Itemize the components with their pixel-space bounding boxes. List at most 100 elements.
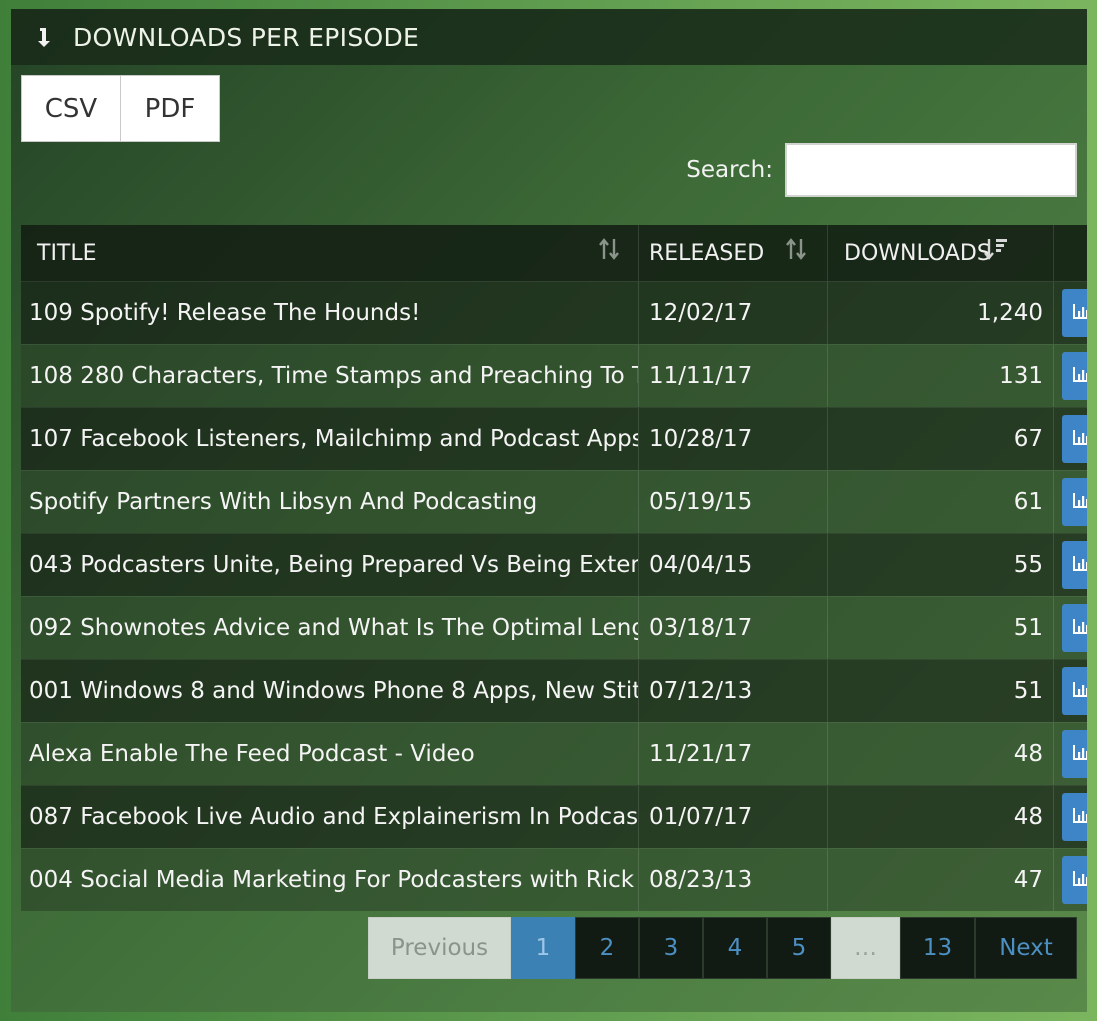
episodes-table: TITLE RELEASED DOWNLOADS 109 Spotify! Re… bbox=[21, 225, 1087, 911]
bar-chart-icon bbox=[1072, 615, 1087, 641]
bar-chart-icon bbox=[1072, 741, 1087, 767]
episode-actions bbox=[1053, 786, 1087, 848]
episode-released: 08/23/13 bbox=[638, 849, 827, 911]
search-label: Search: bbox=[686, 157, 773, 183]
episode-title: 092 Shownotes Advice and What Is The Opt… bbox=[29, 615, 638, 641]
episode-stats-button[interactable] bbox=[1062, 415, 1087, 463]
table-body: 109 Spotify! Release The Hounds! 12/02/1… bbox=[21, 281, 1087, 911]
downloads-panel: DOWNLOADS PER EPISODE CSV PDF Search: TI… bbox=[11, 9, 1087, 1012]
episode-actions bbox=[1053, 534, 1087, 596]
table-row: 109 Spotify! Release The Hounds! 12/02/1… bbox=[21, 281, 1087, 344]
episode-downloads: 51 bbox=[827, 597, 1053, 659]
episode-downloads: 61 bbox=[827, 471, 1053, 533]
table-row: 001 Windows 8 and Windows Phone 8 Apps, … bbox=[21, 659, 1087, 722]
export-buttons: CSV PDF bbox=[21, 75, 220, 142]
episode-stats-button[interactable] bbox=[1062, 289, 1087, 337]
bar-chart-icon bbox=[1072, 867, 1087, 893]
episode-stats-button[interactable] bbox=[1062, 478, 1087, 526]
table-row: 087 Facebook Live Audio and Explainerism… bbox=[21, 785, 1087, 848]
episode-title: 043 Podcasters Unite, Being Prepared Vs … bbox=[29, 552, 638, 578]
episode-downloads: 67 bbox=[827, 408, 1053, 470]
episode-released: 04/04/15 bbox=[638, 534, 827, 596]
table-row: 043 Podcasters Unite, Being Prepared Vs … bbox=[21, 533, 1087, 596]
episode-actions bbox=[1053, 282, 1087, 344]
download-arrow-icon bbox=[37, 25, 59, 49]
panel-header: DOWNLOADS PER EPISODE bbox=[11, 9, 1087, 65]
episode-title: 004 Social Media Marketing For Podcaster… bbox=[29, 867, 638, 893]
episode-actions bbox=[1053, 408, 1087, 470]
pagination-page-13[interactable]: 13 bbox=[900, 917, 975, 979]
episode-released: 10/28/17 bbox=[638, 408, 827, 470]
episode-actions bbox=[1053, 660, 1087, 722]
episode-stats-button[interactable] bbox=[1062, 541, 1087, 589]
column-header-released-label: RELEASED bbox=[649, 240, 765, 266]
episode-title: 109 Spotify! Release The Hounds! bbox=[29, 300, 421, 326]
episode-title: 108 280 Characters, Time Stamps and Prea… bbox=[29, 363, 638, 389]
csv-export-button[interactable]: CSV bbox=[22, 76, 120, 141]
search-input[interactable] bbox=[785, 143, 1077, 197]
bar-chart-icon bbox=[1072, 804, 1087, 830]
episode-title: 001 Windows 8 and Windows Phone 8 Apps, … bbox=[29, 678, 638, 704]
column-header-title-label: TITLE bbox=[37, 240, 97, 266]
pagination: Previous 1 2 3 4 5 … 13 Next bbox=[368, 917, 1077, 979]
bar-chart-icon bbox=[1072, 489, 1087, 515]
episode-released: 01/07/17 bbox=[638, 786, 827, 848]
table-row: Alexa Enable The Feed Podcast - Video 11… bbox=[21, 722, 1087, 785]
column-header-downloads-label: DOWNLOADS bbox=[844, 240, 991, 266]
pagination-ellipsis: … bbox=[831, 917, 900, 979]
episode-released: 11/11/17 bbox=[638, 345, 827, 407]
search-area: Search: bbox=[686, 143, 1077, 197]
episode-released: 11/21/17 bbox=[638, 723, 827, 785]
pagination-page-2[interactable]: 2 bbox=[575, 917, 639, 979]
episode-released: 05/19/15 bbox=[638, 471, 827, 533]
episode-title: Alexa Enable The Feed Podcast - Video bbox=[29, 741, 475, 767]
pagination-previous[interactable]: Previous bbox=[368, 917, 511, 979]
bar-chart-icon bbox=[1072, 552, 1087, 578]
episode-title: 087 Facebook Live Audio and Explainerism… bbox=[29, 804, 638, 830]
episode-released: 12/02/17 bbox=[638, 282, 827, 344]
pagination-page-4[interactable]: 4 bbox=[703, 917, 767, 979]
pagination-page-5[interactable]: 5 bbox=[767, 917, 831, 979]
episode-released: 07/12/13 bbox=[638, 660, 827, 722]
episode-stats-button[interactable] bbox=[1062, 667, 1087, 715]
episode-stats-button[interactable] bbox=[1062, 730, 1087, 778]
pagination-page-3[interactable]: 3 bbox=[639, 917, 703, 979]
episode-actions bbox=[1053, 345, 1087, 407]
episode-actions bbox=[1053, 471, 1087, 533]
pagination-page-1[interactable]: 1 bbox=[511, 917, 575, 979]
episode-downloads: 131 bbox=[827, 345, 1053, 407]
bar-chart-icon bbox=[1072, 363, 1087, 389]
column-header-released[interactable]: RELEASED bbox=[638, 225, 827, 281]
table-row: Spotify Partners With Libsyn And Podcast… bbox=[21, 470, 1087, 533]
episode-downloads: 55 bbox=[827, 534, 1053, 596]
episode-stats-button[interactable] bbox=[1062, 856, 1087, 904]
bar-chart-icon bbox=[1072, 426, 1087, 452]
table-row: 108 280 Characters, Time Stamps and Prea… bbox=[21, 344, 1087, 407]
panel-title: DOWNLOADS PER EPISODE bbox=[73, 22, 420, 52]
episode-stats-button[interactable] bbox=[1062, 604, 1087, 652]
episode-released: 03/18/17 bbox=[638, 597, 827, 659]
episode-downloads: 47 bbox=[827, 849, 1053, 911]
sort-both-icon bbox=[785, 235, 809, 269]
bar-chart-icon bbox=[1072, 678, 1087, 704]
episode-stats-button[interactable] bbox=[1062, 793, 1087, 841]
episode-actions bbox=[1053, 723, 1087, 785]
column-header-downloads[interactable]: DOWNLOADS bbox=[827, 225, 1053, 281]
episode-downloads: 51 bbox=[827, 660, 1053, 722]
pagination-next[interactable]: Next bbox=[975, 917, 1077, 979]
episode-stats-button[interactable] bbox=[1062, 352, 1087, 400]
episode-actions bbox=[1053, 849, 1087, 911]
episode-title: 107 Facebook Listeners, Mailchimp and Po… bbox=[29, 426, 638, 452]
episode-downloads: 48 bbox=[827, 723, 1053, 785]
episode-downloads: 1,240 bbox=[827, 282, 1053, 344]
episode-downloads: 48 bbox=[827, 786, 1053, 848]
bar-chart-icon bbox=[1072, 300, 1087, 326]
episode-title: Spotify Partners With Libsyn And Podcast… bbox=[29, 489, 538, 515]
pdf-export-button[interactable]: PDF bbox=[120, 76, 219, 141]
table-row: 092 Shownotes Advice and What Is The Opt… bbox=[21, 596, 1087, 659]
column-header-title[interactable]: TITLE bbox=[21, 225, 638, 281]
table-row: 107 Facebook Listeners, Mailchimp and Po… bbox=[21, 407, 1087, 470]
column-header-actions bbox=[1053, 225, 1087, 281]
episode-actions bbox=[1053, 597, 1087, 659]
sort-descending-icon bbox=[983, 235, 1009, 269]
